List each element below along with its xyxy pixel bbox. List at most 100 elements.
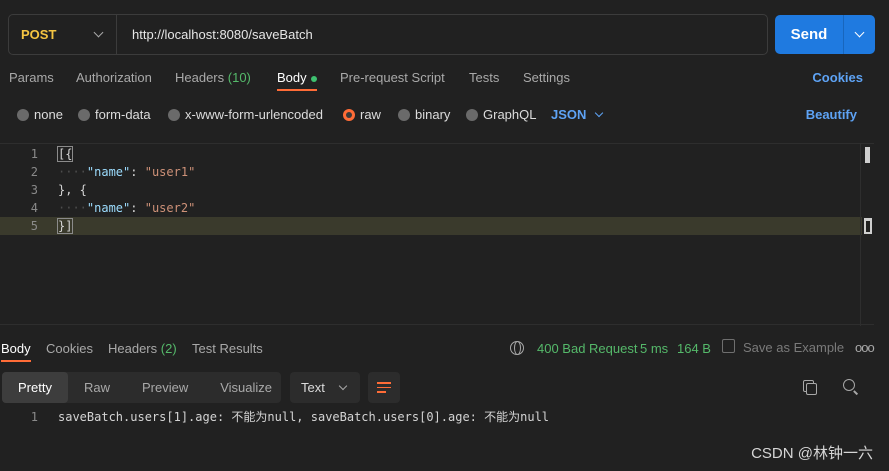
language-select[interactable]: JSON [551, 107, 604, 122]
chevron-down-icon [854, 27, 865, 38]
tab-pre-request-script[interactable]: Pre-request Script [340, 70, 445, 85]
url-bar: POST http://localhost:8080/saveBatch [8, 14, 768, 55]
radio-icon [168, 108, 180, 121]
copy-icon[interactable] [803, 380, 817, 395]
line-number: 1 [30, 410, 38, 424]
response-tab-test-results[interactable]: Test Results [192, 341, 263, 356]
globe-icon[interactable] [510, 341, 524, 355]
save-icon [722, 339, 735, 353]
radio-none-label: none [34, 107, 63, 122]
view-preview-button[interactable]: Preview [126, 372, 204, 403]
response-tab-headers-label: Headers [108, 341, 158, 356]
tab-params[interactable]: Params [9, 70, 54, 85]
search-icon[interactable] [843, 379, 855, 391]
radio-form-data[interactable]: form-data [78, 107, 151, 122]
tab-authorization[interactable]: Authorization [76, 70, 152, 85]
json-separator: : [130, 165, 145, 179]
radio-urlencoded-label: x-www-form-urlencoded [185, 107, 323, 122]
json-value: "user1" [144, 165, 196, 179]
scrollbar-thumb[interactable] [865, 147, 870, 163]
language-label: JSON [551, 107, 587, 122]
editor-line-current: 5 }] [0, 217, 862, 235]
radio-selected-icon [343, 108, 355, 121]
radio-none[interactable]: none [17, 107, 63, 122]
wrap-lines-icon [377, 382, 391, 384]
response-text: saveBatch.users[1].age: 不能为null, saveBat… [58, 410, 550, 424]
request-body-editor[interactable]: 1 [{ 2 ····"name": "user1" 3 }, { 4 ····… [0, 143, 874, 326]
send-button[interactable]: Send [775, 15, 875, 54]
line-number: 2 [30, 165, 38, 179]
response-size[interactable]: 164 B [677, 341, 711, 356]
response-format-select[interactable]: Text [290, 372, 360, 403]
response-headers-count: (2) [160, 341, 177, 356]
radio-raw[interactable]: raw [343, 107, 381, 122]
editor-line: 1 [{ [0, 145, 862, 163]
line-number: 3 [30, 183, 38, 197]
format-label: Text [301, 380, 325, 395]
code-text: [{ [56, 145, 74, 163]
send-options-button[interactable] [844, 27, 875, 38]
radio-graphql[interactable]: GraphQL [466, 107, 536, 122]
chevron-down-icon [595, 108, 604, 117]
status-code[interactable]: 400 Bad Request [537, 341, 637, 356]
radio-form-data-label: form-data [95, 107, 151, 122]
radio-raw-label: raw [360, 107, 381, 122]
view-pretty-button[interactable]: Pretty [2, 372, 68, 403]
radio-icon [78, 108, 90, 121]
radio-graphql-label: GraphQL [483, 107, 537, 122]
wrap-lines-button[interactable] [368, 372, 400, 403]
line-number: 5 [30, 219, 38, 233]
radio-urlencoded[interactable]: x-www-form-urlencoded [168, 107, 323, 122]
response-time[interactable]: 5 ms [640, 341, 668, 356]
bracket-match: [{ [56, 146, 74, 162]
response-tab-cookies[interactable]: Cookies [46, 341, 93, 356]
radio-icon [17, 108, 29, 121]
indent-guide: ···· [58, 165, 87, 179]
radio-icon [466, 108, 478, 121]
send-label: Send [790, 26, 828, 43]
cookies-link[interactable]: Cookies [812, 70, 863, 85]
editor-line: 3 }, { [0, 181, 862, 199]
line-number: 4 [30, 201, 38, 215]
more-options-icon[interactable]: ooo [855, 340, 875, 355]
view-visualize-button[interactable]: Visualize [204, 372, 288, 403]
line-number: 1 [30, 147, 38, 161]
tab-body[interactable]: Body [277, 70, 317, 91]
json-value: "user2" [144, 201, 196, 215]
radio-binary-label: binary [415, 107, 451, 122]
save-as-example-button[interactable]: Save as Example [743, 340, 844, 355]
code-text: }, { [58, 183, 87, 197]
wrap-lines-icon [377, 391, 386, 393]
radio-binary[interactable]: binary [398, 107, 450, 122]
tab-headers[interactable]: Headers (10) [175, 70, 251, 85]
response-body: 1 saveBatch.users[1].age: 不能为null, saveB… [0, 408, 889, 426]
code-text: ····"name": "user2" [58, 199, 195, 217]
response-tab-headers[interactable]: Headers (2) [108, 341, 177, 356]
editor-line: 2 ····"name": "user1" [0, 163, 862, 181]
editor-line: 4 ····"name": "user2" [0, 199, 862, 217]
method-label: POST [21, 27, 57, 42]
request-tabs: Params Authorization Headers (10) Body P… [0, 70, 889, 91]
bracket-match: }] [56, 218, 74, 234]
response-tab-body[interactable]: Body [1, 341, 31, 362]
beautify-button[interactable]: Beautify [806, 107, 857, 122]
url-input[interactable]: http://localhost:8080/saveBatch [117, 27, 313, 42]
method-select[interactable]: POST [9, 15, 117, 54]
chevron-down-icon [93, 27, 104, 38]
response-view-modes: Pretty Raw Preview Visualize [2, 372, 281, 403]
tab-settings[interactable]: Settings [523, 70, 570, 85]
tab-body-label: Body [277, 70, 307, 85]
view-raw-button[interactable]: Raw [68, 372, 126, 403]
json-key: "name" [86, 201, 131, 215]
indent-guide: ···· [58, 201, 87, 215]
tab-tests[interactable]: Tests [469, 70, 499, 85]
chevron-down-icon [338, 381, 348, 390]
wrap-lines-icon [377, 386, 391, 389]
json-key: "name" [86, 165, 131, 179]
editor-scrollbar[interactable] [860, 144, 874, 326]
code-text: ····"name": "user1" [58, 163, 195, 181]
headers-count: (10) [227, 70, 251, 85]
watermark: CSDN @林钟一六 [751, 445, 873, 462]
text-cursor-icon [864, 218, 872, 234]
modified-dot-icon [310, 75, 317, 82]
